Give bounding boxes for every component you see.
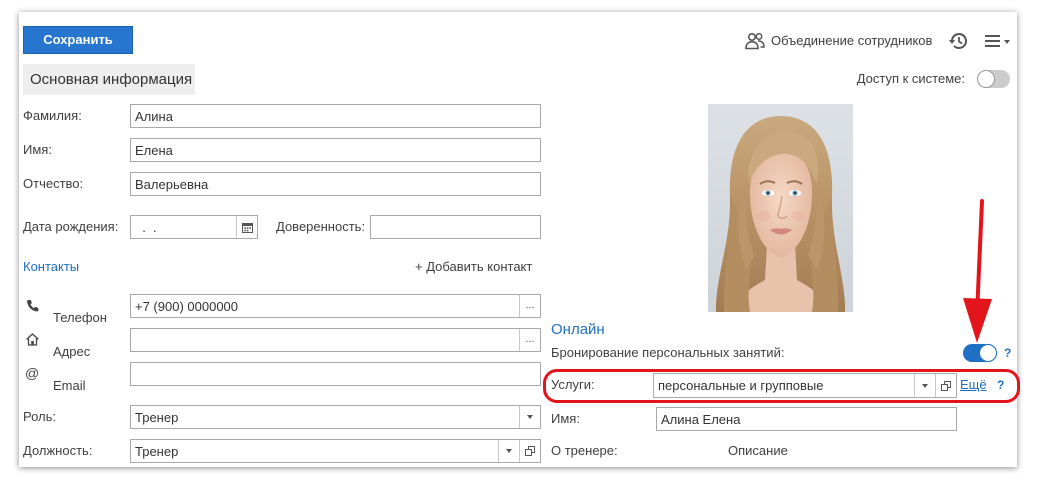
system-access-toggle[interactable]: [977, 70, 1010, 88]
position-open-button[interactable]: [519, 440, 540, 462]
position-select[interactable]: [131, 440, 498, 462]
contacts-title[interactable]: Контакты: [23, 259, 79, 275]
employee-form: Сохранить Объединение сотрудников Основн…: [19, 12, 1017, 467]
first-name-input[interactable]: [131, 139, 540, 161]
email-input[interactable]: [131, 363, 540, 385]
dropdown-caret-icon: [922, 383, 928, 388]
dropdown-caret-icon: [506, 449, 512, 453]
patronymic-input[interactable]: [131, 173, 540, 195]
address-field: ...: [130, 328, 541, 352]
open-form-icon: [941, 380, 951, 391]
phone-more-button[interactable]: ...: [519, 295, 540, 317]
birth-date-field: [130, 215, 258, 239]
birth-date-label: Дата рождения:: [23, 219, 119, 234]
last-name-field: [130, 104, 541, 128]
phone-input[interactable]: [131, 295, 519, 317]
dropdown-caret-icon: [527, 415, 533, 419]
first-name-field: [130, 138, 541, 162]
about-trainer-label: О тренере:: [551, 443, 618, 458]
online-section-title: Онлайн: [551, 321, 605, 338]
position-label: Должность:: [23, 443, 93, 458]
save-button[interactable]: Сохранить: [23, 26, 133, 54]
home-icon: [26, 333, 39, 346]
patronymic-label: Отчество:: [23, 176, 84, 191]
online-name-input[interactable]: [657, 408, 956, 430]
role-label: Роль:: [23, 409, 57, 424]
services-help-link[interactable]: ?: [997, 377, 1004, 393]
services-dropdown-button[interactable]: [914, 374, 935, 397]
first-name-label: Имя:: [23, 142, 52, 157]
merge-employees-label: Объединение сотрудников: [771, 33, 933, 48]
address-more-button[interactable]: ...: [519, 329, 540, 351]
phone-icon: [27, 300, 39, 312]
contact-label-address: Адрес: [53, 344, 91, 359]
more-menu-button[interactable]: [985, 34, 1011, 48]
email-field: [130, 362, 541, 386]
open-form-icon: [525, 446, 535, 456]
toggle-knob: [979, 344, 997, 362]
page: Сохранить Объединение сотрудников Основн…: [0, 0, 1037, 488]
people-icon: [745, 32, 765, 50]
role-dropdown-button[interactable]: [519, 406, 540, 428]
services-label: Услуги:: [551, 377, 595, 392]
add-contact-button[interactable]: + Добавить контакт: [415, 259, 532, 275]
description-link[interactable]: Описание: [728, 443, 788, 459]
services-field: [653, 373, 957, 398]
address-input[interactable]: [131, 329, 519, 351]
portrait-image: [708, 104, 853, 312]
power-of-attorney-input[interactable]: [371, 216, 540, 238]
services-open-button[interactable]: [935, 374, 956, 397]
calendar-button[interactable]: [236, 216, 257, 238]
section-title-main-info: Основная информация: [23, 64, 195, 95]
role-select[interactable]: [131, 406, 519, 428]
position-dropdown-button[interactable]: [498, 440, 519, 462]
history-button[interactable]: [948, 31, 968, 51]
services-more-link[interactable]: Ещё: [960, 377, 987, 393]
power-of-attorney-field: [370, 215, 541, 239]
booking-toggle[interactable]: [963, 344, 997, 362]
services-select[interactable]: [654, 374, 914, 396]
position-field: [130, 439, 541, 463]
online-name-field: [656, 407, 957, 431]
contact-label-phone: Телефон: [53, 310, 107, 325]
history-icon: [949, 33, 967, 49]
at-icon: @: [25, 365, 40, 381]
phone-field: ...: [130, 294, 541, 318]
birth-date-input[interactable]: [131, 216, 236, 238]
hamburger-menu-icon: [985, 35, 1000, 47]
employee-photo[interactable]: [708, 104, 853, 312]
chevron-down-icon: [1004, 40, 1010, 44]
booking-help-link[interactable]: ?: [1004, 345, 1011, 361]
role-field: [130, 405, 541, 429]
last-name-label: Фамилия:: [23, 108, 82, 123]
booking-label: Бронирование персональных занятий:: [551, 345, 785, 360]
power-of-attorney-label: Доверенность:: [276, 219, 366, 234]
contact-label-email: Email: [53, 378, 86, 393]
system-access-label: Доступ к системе:: [856, 71, 965, 86]
toggle-knob: [977, 70, 995, 88]
last-name-input[interactable]: [131, 105, 540, 127]
patronymic-field: [130, 172, 541, 196]
online-name-label: Имя:: [551, 411, 580, 426]
merge-employees-button[interactable]: Объединение сотрудников: [745, 31, 932, 51]
calendar-icon: [241, 222, 253, 233]
